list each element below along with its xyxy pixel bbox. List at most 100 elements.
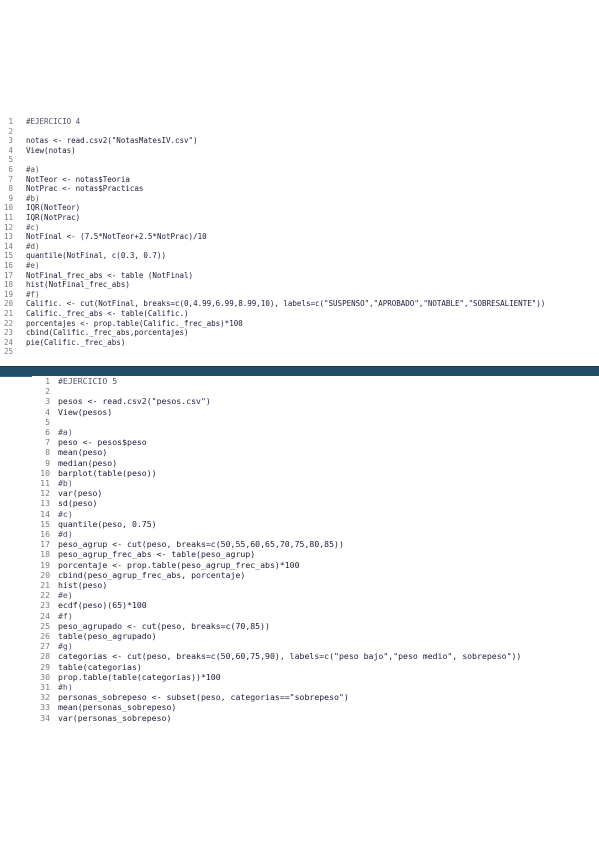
code-line[interactable]: 26 table(peso_agrupado): [32, 631, 599, 641]
code-comment[interactable]: #e): [26, 261, 40, 271]
code-line[interactable]: 6 #a): [0, 165, 599, 175]
code-text[interactable]: var(personas_sobrepeso): [58, 713, 171, 723]
code-comment[interactable]: #b): [58, 478, 73, 488]
code-text[interactable]: Calific. <- cut(NotFinal, breaks=c(0,4.9…: [26, 300, 545, 309]
code-text[interactable]: quantile(NotFinal, c(0.3, 0.7)): [26, 252, 166, 261]
code-line[interactable]: 13 NotFinal <- (7.5*NotTeor+2.5*NotPrac)/…: [0, 233, 599, 242]
code-text[interactable]: NotPrac <- notas$Practicas: [26, 185, 143, 194]
code-line[interactable]: 8 NotPrac <- notas$Practicas: [0, 185, 599, 194]
code-text[interactable]: prop.table(table(categorias))*100: [58, 672, 221, 682]
code-line[interactable]: 22 #e): [32, 590, 599, 600]
code-line[interactable]: 18 hist(NotFinal_frec_abs): [0, 281, 599, 290]
code-text[interactable]: personas_sobrepeso <- subset(peso, categ…: [58, 692, 349, 702]
code-line[interactable]: 14 #c): [32, 509, 599, 519]
code-text[interactable]: categorias <- cut(peso, breaks=c(50,60,7…: [58, 651, 521, 661]
code-comment[interactable]: #g): [58, 641, 73, 651]
code-line[interactable]: 22 porcentajes <- prop.table(Calific._fre…: [0, 319, 599, 329]
code-line[interactable]: 11 IQR(NotPrac): [0, 213, 599, 223]
code-text[interactable]: View(notas): [26, 146, 76, 156]
code-text[interactable]: sd(peso): [58, 498, 97, 508]
code-line[interactable]: 10 IQR(NotTeor): [0, 204, 599, 213]
code-text[interactable]: table(categorias): [58, 662, 142, 672]
code-comment[interactable]: #EJERCICIO 5: [58, 376, 117, 386]
code-text[interactable]: porcentajes <- prop.table(Calific._frec_…: [26, 319, 243, 329]
code-line[interactable]: 2: [0, 127, 599, 137]
code-text[interactable]: mean(peso): [58, 447, 107, 457]
code-line[interactable]: 5: [0, 156, 599, 165]
code-line[interactable]: 15 quantile(NotFinal, c(0.3, 0.7)): [0, 252, 599, 261]
code-line[interactable]: 5: [32, 417, 599, 427]
code-line[interactable]: 30 prop.table(table(categorias))*100: [32, 672, 599, 682]
code-line[interactable]: 27 #g): [32, 641, 599, 651]
code-text[interactable]: Calific._frec_abs <- table(Calific.): [26, 309, 189, 319]
code-text[interactable]: NotTeor <- notas$Teoria: [26, 175, 130, 185]
code-line[interactable]: 4 View(pesos): [32, 407, 599, 417]
code-text[interactable]: View(pesos): [58, 407, 112, 417]
code-comment[interactable]: #d): [26, 242, 40, 252]
code-line[interactable]: 12 #c): [0, 223, 599, 233]
code-line[interactable]: 12 var(peso): [32, 488, 599, 498]
code-comment[interactable]: #c): [26, 223, 40, 233]
code-line[interactable]: 34 var(personas_sobrepeso): [32, 713, 599, 723]
code-line[interactable]: 9 median(peso): [32, 458, 599, 468]
code-text[interactable]: IQR(NotPrac): [26, 213, 80, 223]
code-line[interactable]: 21 Calific._frec_abs <- table(Calific.): [0, 309, 599, 319]
code-comment[interactable]: #f): [26, 290, 40, 300]
code-line[interactable]: 14 #d): [0, 242, 599, 252]
code-line[interactable]: 10 barplot(table(peso)): [32, 468, 599, 478]
code-comment[interactable]: #e): [58, 590, 73, 600]
code-comment[interactable]: #b): [26, 194, 40, 204]
code-line[interactable]: 16 #e): [0, 261, 599, 271]
code-comment[interactable]: #d): [58, 529, 73, 539]
code-text[interactable]: hist(NotFinal_frec_abs): [26, 281, 130, 290]
code-line[interactable]: 18 peso_agrup_frec_abs <- table(peso_agru…: [32, 549, 599, 559]
code-editor-ejercicio-4[interactable]: 1 #EJERCICIO 4 2 3 notas <- read.csv2("Notas…: [0, 117, 599, 364]
code-line[interactable]: 13 sd(peso): [32, 498, 599, 508]
code-line[interactable]: 15 quantile(peso, 0.75): [32, 519, 599, 529]
code-line[interactable]: 7 peso <- pesos$peso: [32, 437, 599, 447]
code-line[interactable]: 11 #b): [32, 478, 599, 488]
code-line[interactable]: 19 porcentaje <- prop.table(peso_agrup_fr…: [32, 560, 599, 570]
code-comment[interactable]: #a): [58, 427, 73, 437]
code-line[interactable]: 2: [32, 386, 599, 396]
code-line[interactable]: 9 #b): [0, 194, 599, 204]
code-line[interactable]: 31 #h): [32, 682, 599, 692]
code-line[interactable]: 19 #f): [0, 290, 599, 300]
code-text[interactable]: pie(Calific._frec_abs): [26, 338, 125, 348]
code-text[interactable]: cbind(peso_agrup_frec_abs, porcentaje): [58, 570, 245, 580]
code-line[interactable]: 20 Calific. <- cut(NotFinal, breaks=c(0,4…: [0, 300, 599, 309]
code-text[interactable]: NotFinal <- (7.5*NotTeor+2.5*NotPrac)/10: [26, 233, 207, 242]
code-line[interactable]: 4 View(notas): [0, 146, 599, 156]
code-comment[interactable]: #EJERCICIO 4: [26, 117, 80, 127]
code-line[interactable]: 24 pie(Calific._frec_abs): [0, 338, 599, 348]
code-line[interactable]: 3 notas <- read.csv2("NotasMatesIV.csv"): [0, 137, 599, 146]
code-comment[interactable]: #f): [58, 611, 73, 621]
code-comment[interactable]: #c): [58, 509, 73, 519]
code-text[interactable]: peso_agrupado <- cut(peso, breaks=c(70,8…: [58, 621, 270, 631]
code-text[interactable]: median(peso): [58, 458, 117, 468]
code-line[interactable]: 1 #EJERCICIO 5: [32, 376, 599, 386]
code-comment[interactable]: #h): [58, 682, 73, 692]
code-line[interactable]: 7 NotTeor <- notas$Teoria: [0, 175, 599, 185]
code-line[interactable]: 25: [0, 348, 599, 357]
code-text[interactable]: ecdf(peso)(65)*100: [58, 600, 147, 610]
code-text[interactable]: quantile(peso, 0.75): [58, 519, 157, 529]
code-line[interactable]: 33 mean(personas_sobrepeso): [32, 702, 599, 712]
code-line[interactable]: 24 #f): [32, 611, 599, 621]
code-text[interactable]: var(peso): [58, 488, 102, 498]
code-line[interactable]: 3 pesos <- read.csv2("pesos.csv"): [32, 396, 599, 406]
code-line[interactable]: 8 mean(peso): [32, 447, 599, 457]
code-text[interactable]: peso <- pesos$peso: [58, 437, 147, 447]
code-text[interactable]: porcentaje <- prop.table(peso_agrup_frec…: [58, 560, 300, 570]
code-line[interactable]: 20 cbind(peso_agrup_frec_abs, porcentaje): [32, 570, 599, 580]
code-text[interactable]: mean(personas_sobrepeso): [58, 702, 176, 712]
code-line[interactable]: 16 #d): [32, 529, 599, 539]
code-text[interactable]: notas <- read.csv2("NotasMatesIV.csv"): [26, 137, 198, 146]
code-line[interactable]: 23 cbind(Calific._frec_abs,porcentajes): [0, 329, 599, 338]
code-text[interactable]: barplot(table(peso)): [58, 468, 157, 478]
code-text[interactable]: cbind(Calific._frec_abs,porcentajes): [26, 329, 189, 338]
code-line[interactable]: 28 categorias <- cut(peso, breaks=c(50,60…: [32, 651, 599, 661]
code-line[interactable]: 21 hist(peso): [32, 580, 599, 590]
code-text[interactable]: peso_agrup <- cut(peso, breaks=c(50,55,6…: [58, 539, 344, 549]
code-line[interactable]: 32 personas_sobrepeso <- subset(peso, cat…: [32, 692, 599, 702]
